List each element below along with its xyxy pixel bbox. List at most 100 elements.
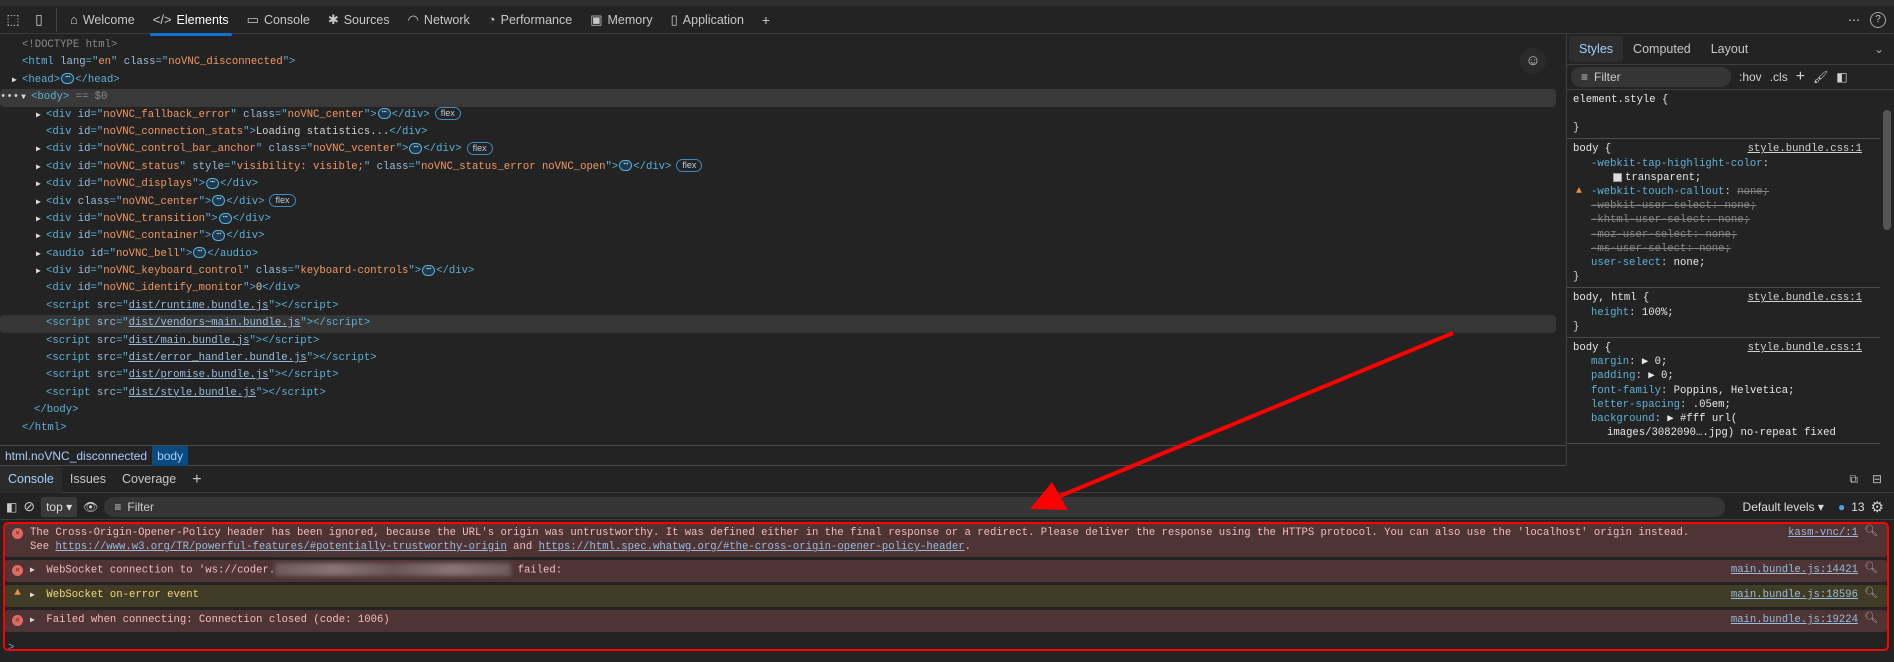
dom-node-row[interactable]: ▶ <div id="noVNC_keyboard_control" class=… <box>0 263 1560 280</box>
property-value[interactable]: .05em; <box>1693 399 1731 411</box>
expand-triangle-icon[interactable]: ▶ <box>36 107 46 124</box>
message-link[interactable]: https://html.spec.whatwg.org/#the-cross-… <box>539 541 965 553</box>
tab-network[interactable]: ◠ Network <box>399 6 479 34</box>
property-name[interactable]: -moz-user-select <box>1591 229 1693 241</box>
stylesheet-link[interactable]: style.bundle.css:1 <box>1748 291 1862 305</box>
collapsed-children-badge[interactable]: ⋯ <box>205 177 219 189</box>
close-drawer-icon[interactable]: ⊟ <box>1872 472 1882 486</box>
dom-node-row[interactable]: <script src="dist/promise.bundle.js"></s… <box>0 367 1560 384</box>
stylesheet-link[interactable]: style.bundle.css:1 <box>1748 142 1862 156</box>
tab-console[interactable]: Console <box>0 465 62 493</box>
property-name[interactable]: -webkit-touch-callout <box>1591 186 1725 198</box>
inspect-element-icon[interactable]: ⬚ <box>0 7 26 33</box>
expand-triangle-icon[interactable]: ▶ <box>36 141 46 158</box>
tab-application[interactable]: ▯ Application <box>662 6 753 34</box>
paint-brush-icon[interactable]: 🖌 <box>1813 70 1828 84</box>
context-selector[interactable]: top ▾ <box>41 496 78 517</box>
src-link[interactable]: dist/vendors~main.bundle.js <box>129 317 301 329</box>
collapsed-children-badge[interactable]: ⋯ <box>193 247 207 259</box>
node-actions-icon[interactable]: ••• <box>0 91 21 103</box>
collapsed-children-badge[interactable]: ⋯ <box>61 73 75 85</box>
dom-node-row[interactable]: </html> <box>0 420 1560 437</box>
property-value[interactable]: transparent; <box>1625 172 1701 184</box>
property-value[interactable]: none; <box>1737 186 1769 198</box>
expand-triangle-icon[interactable]: ▶ <box>30 589 40 603</box>
tab-computed[interactable]: Computed <box>1623 36 1701 62</box>
collapsed-children-badge[interactable]: ⋯ <box>377 108 391 120</box>
dom-node-row[interactable]: ▶ <div id="noVNC_transition"> ⋯ </div> <box>0 211 1560 228</box>
console-prompt[interactable]: > <box>8 642 14 654</box>
dom-node-row[interactable]: ▶ <audio id="noVNC_bell"> ⋯ </audio> <box>0 246 1560 263</box>
src-link[interactable]: dist/error_handler.bundle.js <box>129 352 307 364</box>
expand-triangle-icon[interactable]: ▶ <box>36 194 46 211</box>
tab-elements[interactable]: </> Elements <box>144 6 238 36</box>
tab-layout[interactable]: Layout <box>1701 36 1759 62</box>
tab-coverage[interactable]: Coverage <box>114 466 184 493</box>
collapsed-children-badge[interactable]: ⋯ <box>218 212 232 224</box>
dom-node-row[interactable]: ▶ <head> ⋯ </head> <box>0 72 1560 89</box>
hov-button[interactable]: :hov <box>1739 70 1762 84</box>
tab-console[interactable]: ▭ Console <box>238 6 319 34</box>
flex-badge[interactable]: flex <box>676 159 703 173</box>
expand-triangle-icon[interactable]: ▶ <box>36 228 46 245</box>
dom-node-row[interactable]: ••• ▼ <body> == $0 <box>0 89 1556 107</box>
expand-triangle-icon[interactable]: ▶ <box>36 263 46 280</box>
collapsed-children-badge[interactable]: ⋯ <box>422 264 436 276</box>
dom-node-row[interactable]: <script src="dist/error_handler.bundle.j… <box>0 350 1560 367</box>
color-swatch[interactable] <box>1613 172 1622 182</box>
dom-node-row[interactable]: ▶ <div id="noVNC_status" style="visibilit… <box>0 159 1560 176</box>
search-icon[interactable]: 🔍︎ <box>1864 612 1878 626</box>
property-name[interactable]: -ms-user-select <box>1591 243 1686 255</box>
message-link[interactable]: https://www.w3.org/TR/powerful-features/… <box>55 541 506 553</box>
property-name[interactable]: font-family <box>1591 385 1661 397</box>
issues-count[interactable]: 13 <box>1851 500 1864 514</box>
message-source-link[interactable]: main.bundle.js:19224 <box>1731 613 1858 627</box>
message-source-link[interactable]: kasm-vnc/:1 <box>1788 526 1858 540</box>
tab-issues[interactable]: Issues <box>62 466 114 493</box>
more-options-button[interactable]: ⋯ <box>1848 13 1860 27</box>
property-name[interactable]: letter-spacing <box>1591 399 1680 411</box>
cls-button[interactable]: .cls <box>1770 70 1788 84</box>
toggle-sidebar-icon[interactable]: ◧ <box>1836 70 1847 84</box>
scrollbar-thumb[interactable] <box>1883 110 1891 230</box>
issues-icon[interactable]: ● <box>1838 500 1845 514</box>
dom-node-row[interactable]: <html lang="en" class="noVNC_disconnecte… <box>0 54 1560 71</box>
search-icon[interactable]: 🔍︎ <box>1864 562 1878 576</box>
expand-triangle-icon[interactable]: ▶ <box>36 159 46 176</box>
expand-triangle-icon[interactable]: ▶ <box>36 246 46 263</box>
dom-node-row[interactable]: ▶ <div id="noVNC_fallback_error" class="n… <box>0 107 1560 124</box>
add-drawer-tab-button[interactable]: + <box>184 466 209 493</box>
property-value[interactable]: none; <box>1705 229 1737 241</box>
property-value[interactable]: none; <box>1718 214 1750 226</box>
expand-triangle-icon[interactable]: ▶ <box>36 176 46 193</box>
message-source-link[interactable]: main.bundle.js:14421 <box>1731 563 1858 577</box>
property-name[interactable]: padding <box>1591 370 1636 382</box>
add-tab-button[interactable]: + <box>753 7 779 33</box>
property-name[interactable]: -webkit-user-select <box>1591 200 1712 212</box>
dom-node-row[interactable]: <script src="dist/vendors~main.bundle.js… <box>0 315 1556 333</box>
dom-node-row[interactable]: <script src="dist/style.bundle.js"></scr… <box>0 385 1560 402</box>
dom-node-row[interactable]: <!DOCTYPE html> <box>0 37 1560 54</box>
flex-badge[interactable]: flex <box>434 107 461 121</box>
message-source-link[interactable]: main.bundle.js:18596 <box>1731 588 1858 602</box>
flex-badge[interactable]: flex <box>269 194 296 208</box>
tab-styles[interactable]: Styles <box>1569 36 1624 62</box>
property-value[interactable]: ▶ #fff url( <box>1667 413 1737 425</box>
search-icon[interactable]: 🔍︎ <box>1864 587 1878 601</box>
dom-node-row[interactable]: <script src="dist/main.bundle.js"></scri… <box>0 333 1560 350</box>
tab-welcome[interactable]: ⌂ Welcome <box>61 6 144 34</box>
flex-badge[interactable]: flex <box>466 142 493 156</box>
clear-console-icon[interactable]: ⊘ <box>23 498 35 515</box>
expand-triangle-icon[interactable]: ▶ <box>30 614 40 628</box>
dom-node-row[interactable]: <div id="noVNC_connection_stats">Loading… <box>0 124 1560 141</box>
stylesheet-link[interactable]: style.bundle.css:1 <box>1748 341 1862 355</box>
sidebar-toggle-icon[interactable]: ◧ <box>6 500 17 514</box>
expand-triangle-icon[interactable]: ▼ <box>21 89 31 106</box>
expand-triangle-icon[interactable]: ▶ <box>12 72 22 89</box>
dom-node-row[interactable]: </body> <box>0 402 1560 419</box>
collapsed-children-badge[interactable]: ⋯ <box>619 160 633 172</box>
property-value[interactable]: none; <box>1699 243 1731 255</box>
dom-node-row[interactable]: ▶ <div id="noVNC_container"> ⋯ </div> <box>0 228 1560 245</box>
new-rule-icon[interactable]: + <box>1796 68 1805 86</box>
property-value[interactable]: ▶ 0; <box>1648 370 1673 382</box>
